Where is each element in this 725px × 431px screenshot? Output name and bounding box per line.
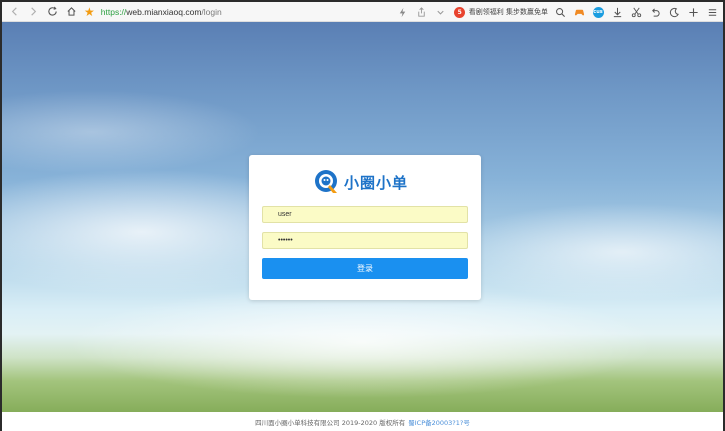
- password-input[interactable]: ••••••: [262, 232, 468, 249]
- forward-icon[interactable]: [26, 5, 40, 19]
- page-footer: 四川面小圈小单科技有限公司 2019-2020 版权所有 蜀ICP备20003?…: [2, 412, 723, 431]
- lightning-icon[interactable]: [396, 5, 410, 19]
- logo-q-icon: [315, 170, 337, 193]
- extension-badge-icon[interactable]: cus: [591, 5, 605, 19]
- news-badge-icon[interactable]: 5: [453, 5, 467, 19]
- url-scheme: https://: [100, 6, 127, 17]
- logo-text: 小圈小单: [344, 173, 409, 192]
- night-mode-icon[interactable]: [667, 5, 681, 19]
- url-path: /login: [201, 6, 222, 17]
- scissors-icon[interactable]: [629, 5, 643, 19]
- download-icon[interactable]: [610, 5, 624, 19]
- brand-logo: 小圈小单: [313, 168, 408, 196]
- chevron-down-icon[interactable]: [434, 5, 448, 19]
- address-bar[interactable]: https://web.mianxiaoq.com/login: [101, 7, 222, 17]
- footer-copyright: 四川面小圈小单科技有限公司 2019-2020 版权所有: [255, 418, 406, 427]
- home-icon[interactable]: [64, 5, 78, 19]
- toolbar-right: 5 看剧领福利 集步数赢免单 cus: [391, 2, 719, 22]
- refresh-icon[interactable]: [45, 5, 59, 19]
- search-icon[interactable]: [553, 5, 567, 19]
- back-icon[interactable]: [7, 5, 21, 19]
- bookmark-star-icon[interactable]: ★: [84, 5, 95, 19]
- gamepad-icon[interactable]: [572, 5, 586, 19]
- icp-link[interactable]: 蜀ICP备20003?1?号: [408, 417, 470, 427]
- browser-toolbar: ★ https://web.mianxiaoq.com/login 5 看剧领福…: [2, 2, 723, 22]
- url-host: web.mianxiaoq.com: [126, 6, 202, 17]
- new-tab-icon[interactable]: [686, 5, 700, 19]
- undo-icon[interactable]: [648, 5, 662, 19]
- username-input[interactable]: user: [262, 206, 468, 223]
- menu-icon[interactable]: [705, 5, 719, 19]
- news-ticker[interactable]: 看剧领福利 集步数赢免单: [469, 7, 548, 17]
- login-button[interactable]: 登录: [262, 258, 468, 279]
- share-icon[interactable]: [415, 5, 429, 19]
- login-card: 小圈小单 user •••••• 登录: [249, 155, 481, 300]
